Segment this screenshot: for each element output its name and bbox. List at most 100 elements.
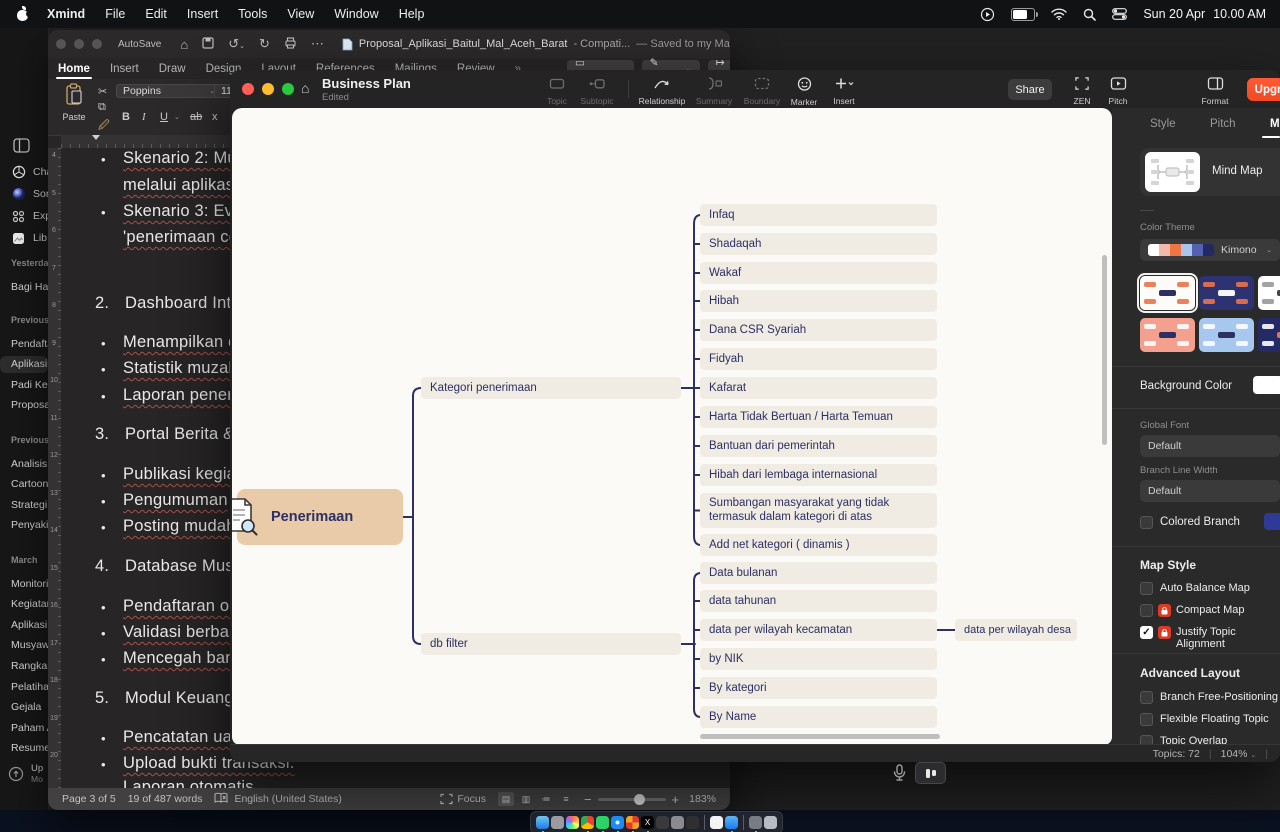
- compact-map-checkbox[interactable]: [1140, 604, 1153, 617]
- format-painter-icon[interactable]: 🖉: [98, 117, 110, 136]
- subtopic[interactable]: data tahunan: [700, 590, 937, 612]
- menu-clock[interactable]: Sun 20 Apr10.00 AM: [1143, 7, 1266, 21]
- subtopic[interactable]: Hibah dari lembaga internasional: [700, 464, 937, 486]
- theme-thumbnail-5[interactable]: [1199, 318, 1254, 352]
- chat-item[interactable]: Strategi: [0, 496, 49, 513]
- input-switcher-control[interactable]: [915, 762, 946, 784]
- undo-icon[interactable]: ↺⌄: [228, 36, 245, 52]
- xmind-close-button[interactable]: [242, 83, 254, 95]
- canvas-zoom[interactable]: 104% ⌄: [1221, 748, 1257, 760]
- italic-button[interactable]: I: [142, 111, 146, 123]
- bold-button[interactable]: B: [122, 111, 130, 123]
- structure-row[interactable]: Mind Map: [1140, 148, 1280, 196]
- panel-tab-pitch[interactable]: Pitch: [1210, 118, 1236, 130]
- subtopic[interactable]: By Name: [700, 706, 937, 728]
- tab-insert[interactable]: Insert: [100, 58, 149, 79]
- format-button[interactable]: Format: [1189, 76, 1241, 106]
- language-indicator[interactable]: English (United States): [234, 793, 341, 805]
- theme-thumbnail-4[interactable]: [1140, 318, 1195, 352]
- branch-width-select[interactable]: Default: [1140, 480, 1280, 502]
- zoom-slider[interactable]: [598, 798, 666, 801]
- subtopic[interactable]: Dana CSR Syariah: [700, 319, 937, 341]
- attachment-icon[interactable]: [232, 496, 258, 543]
- page-indicator[interactable]: Page 3 of 5: [62, 793, 116, 805]
- underline-button[interactable]: U: [160, 111, 168, 123]
- pitch-button[interactable]: Pitch: [1092, 76, 1144, 106]
- global-font-select[interactable]: Default: [1140, 435, 1280, 457]
- dock-x-app-icon[interactable]: X: [641, 816, 654, 829]
- chat-item[interactable]: Musyawa: [0, 637, 49, 654]
- word-close-button[interactable]: [56, 39, 66, 49]
- view-print-icon[interactable]: ▥: [518, 792, 534, 806]
- underline-menu[interactable]: ⌄: [174, 113, 180, 121]
- microphone-icon[interactable]: [893, 764, 906, 787]
- dock-notes-icon[interactable]: [656, 816, 669, 829]
- view-outline-icon[interactable]: ≔: [538, 792, 554, 806]
- dock-photos-icon[interactable]: [566, 816, 579, 829]
- chatgpt-nav-lib[interactable]: Lib: [0, 229, 49, 247]
- strikethrough-button[interactable]: ab: [190, 111, 202, 123]
- subtopic[interactable]: Hibah: [700, 290, 937, 312]
- word-minimize-button[interactable]: [74, 39, 84, 49]
- upgrade-plan-item[interactable]: UpMo: [8, 764, 43, 784]
- dock-safari-icon[interactable]: [611, 816, 624, 829]
- chat-item[interactable]: Analisis: [0, 455, 49, 472]
- apple-icon[interactable]: [16, 8, 29, 21]
- sidebar-toggle-icon[interactable]: [13, 138, 30, 158]
- chatgpt-nav-sor[interactable]: Sor: [0, 185, 49, 203]
- menu-tools[interactable]: Tools: [228, 7, 277, 21]
- subtopic[interactable]: Kafarat: [700, 377, 937, 399]
- dock-chrome-icon[interactable]: [581, 816, 594, 829]
- panel-tab-map[interactable]: Map: [1270, 118, 1280, 130]
- zoom-in-button[interactable]: +: [672, 792, 680, 807]
- menu-view[interactable]: View: [277, 7, 324, 21]
- background-color-swatch[interactable]: [1253, 376, 1280, 394]
- dock-pinwheel-icon[interactable]: [626, 816, 639, 829]
- xmind-minimize-button[interactable]: [262, 83, 274, 95]
- theme-thumbnail-6[interactable]: [1258, 318, 1280, 352]
- save-icon[interactable]: [202, 37, 214, 52]
- home-icon[interactable]: ⌂: [180, 37, 188, 52]
- xmind-share-button[interactable]: Share: [1008, 79, 1052, 100]
- chat-item[interactable]: Kegiatan: [0, 596, 49, 613]
- chat-item[interactable]: Paham A: [0, 719, 49, 736]
- dock-whatsapp-icon[interactable]: [596, 816, 609, 829]
- menu-xmind[interactable]: Xmind: [37, 7, 95, 21]
- auto-balance-checkbox[interactable]: [1140, 582, 1153, 595]
- subtopic[interactable]: data per wilayah kecamatan: [700, 619, 937, 641]
- chat-item[interactable]: Pendafta: [0, 335, 49, 352]
- chat-item[interactable]: Bagi Has: [0, 278, 49, 295]
- menu-insert[interactable]: Insert: [177, 7, 228, 21]
- dock-window-icon[interactable]: [749, 816, 762, 829]
- menu-help[interactable]: Help: [389, 7, 435, 21]
- theme-select[interactable]: Kimono ⌄: [1140, 239, 1280, 261]
- view-draft-icon[interactable]: ≡: [558, 792, 574, 806]
- menu-file[interactable]: File: [95, 7, 135, 21]
- word-zoom-button[interactable]: [92, 39, 102, 49]
- menu-window[interactable]: Window: [324, 7, 388, 21]
- subtopic[interactable]: Infaq: [700, 204, 937, 226]
- subtopic[interactable]: Shadaqah: [700, 233, 937, 255]
- subtopic[interactable]: By kategori: [700, 677, 937, 699]
- subtopic[interactable]: Sumbangan masyarakat yang tidak termasuk…: [700, 493, 937, 528]
- chat-item[interactable]: Resume: [0, 740, 49, 757]
- indent-marker[interactable]: [92, 135, 100, 140]
- tab-draw[interactable]: Draw: [149, 58, 196, 79]
- dock-trash-icon[interactable]: [764, 816, 777, 829]
- cut-icon[interactable]: ✂: [98, 85, 107, 98]
- chat-item[interactable]: Aplikasi: [0, 616, 49, 633]
- subtopic[interactable]: Add net kategori ( dinamis ): [700, 534, 937, 556]
- dock-finder-icon[interactable]: [536, 816, 549, 829]
- xmind-home-icon[interactable]: ⌂: [301, 80, 309, 96]
- justify-checkbox[interactable]: ✓: [1140, 626, 1153, 639]
- menu-edit[interactable]: Edit: [135, 7, 177, 21]
- dock-pages-icon[interactable]: [710, 816, 723, 829]
- theme-thumbnail-3[interactable]: [1258, 276, 1280, 310]
- print-icon[interactable]: [284, 37, 297, 52]
- chat-item[interactable]: Pelatihan: [0, 678, 49, 695]
- control-center-icon[interactable]: [1112, 8, 1127, 20]
- subtopic[interactable]: Harta Tidak Bertuan / Harta Temuan: [700, 406, 937, 428]
- word-count[interactable]: 19 of 487 words: [128, 793, 203, 805]
- theme-thumbnail-1[interactable]: [1140, 276, 1195, 310]
- chat-item[interactable]: Monitori: [0, 575, 49, 592]
